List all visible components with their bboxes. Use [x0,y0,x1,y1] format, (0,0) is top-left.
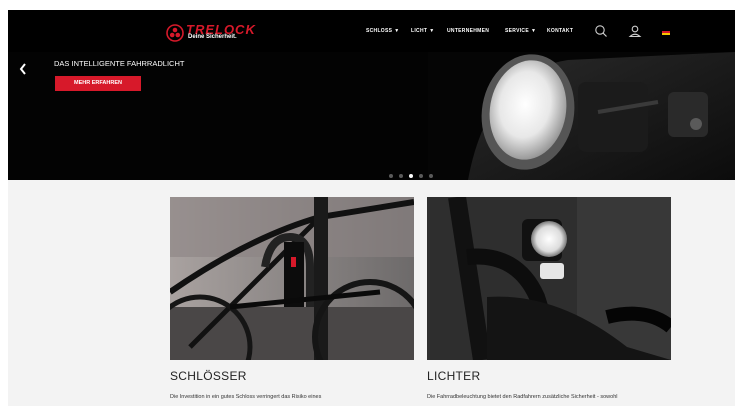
nav-label: LICHT [411,28,428,34]
slider-dot-active[interactable] [409,174,413,178]
mehr-erfahren-button[interactable]: MEHR ERFAHREN [55,76,141,91]
schloesser-image[interactable] [170,197,414,360]
german-flag-icon[interactable] [662,29,670,35]
nav-item-licht[interactable]: LICHT ▼ [411,28,434,34]
slider-dot[interactable] [399,174,403,178]
nav-label: UNTERNEHMEN [447,28,490,34]
schloesser-title[interactable]: SCHLÖSSER [170,369,247,383]
nav-label: SERVICE [505,28,529,34]
nav-item-service[interactable]: SERVICE ▼ [505,28,536,34]
bike-lock-photo [170,197,414,360]
page: TRELOCK Deine Sicherheit. SCHLOSS ▼ LICHT… [8,10,735,406]
site-header: TRELOCK Deine Sicherheit. SCHLOSS ▼ LICHT… [8,10,735,52]
lichter-text: Die Fahrradbeleuchtung bietet den Radfah… [427,394,618,400]
chevron-down-icon: ▼ [530,28,537,34]
nav-label: SCHLOSS [366,28,393,34]
chevron-down-icon: ▼ [394,28,400,34]
hero-slider: DAS INTELLIGENTE FAHRRADLICHT MEHR ERFAH… [8,52,735,180]
bike-light-photo [427,197,671,360]
slider-dot[interactable] [419,174,423,178]
slider-dot[interactable] [389,174,393,178]
nav-item-unternehmen[interactable]: UNTERNEHMEN [447,28,489,34]
hero-title: DAS INTELLIGENTE FAHRRADLICHT [54,59,185,68]
slider-dot[interactable] [429,174,433,178]
nav-item-schloss[interactable]: SCHLOSS ▼ [366,28,400,34]
user-icon[interactable] [628,24,642,38]
trelock-logo[interactable]: TRELOCK Deine Sicherheit. [166,22,270,45]
slider-pagination [389,165,439,178]
nav-item-kontakt[interactable]: KONTAKT [547,28,573,34]
slider-prev-arrow-icon[interactable] [18,62,28,76]
lichter-image[interactable] [427,197,671,360]
nav-label: KONTAKT [547,28,574,34]
brand-tagline: Deine Sicherheit. [188,34,237,40]
trelock-logo-icon [166,24,184,42]
lichter-title[interactable]: LICHTER [427,369,480,383]
hero-bike-light-image [428,52,735,180]
chevron-down-icon: ▼ [429,28,435,34]
schloesser-text: Die Investition in ein gutes Schloss ver… [170,394,322,400]
search-icon[interactable] [594,24,608,38]
